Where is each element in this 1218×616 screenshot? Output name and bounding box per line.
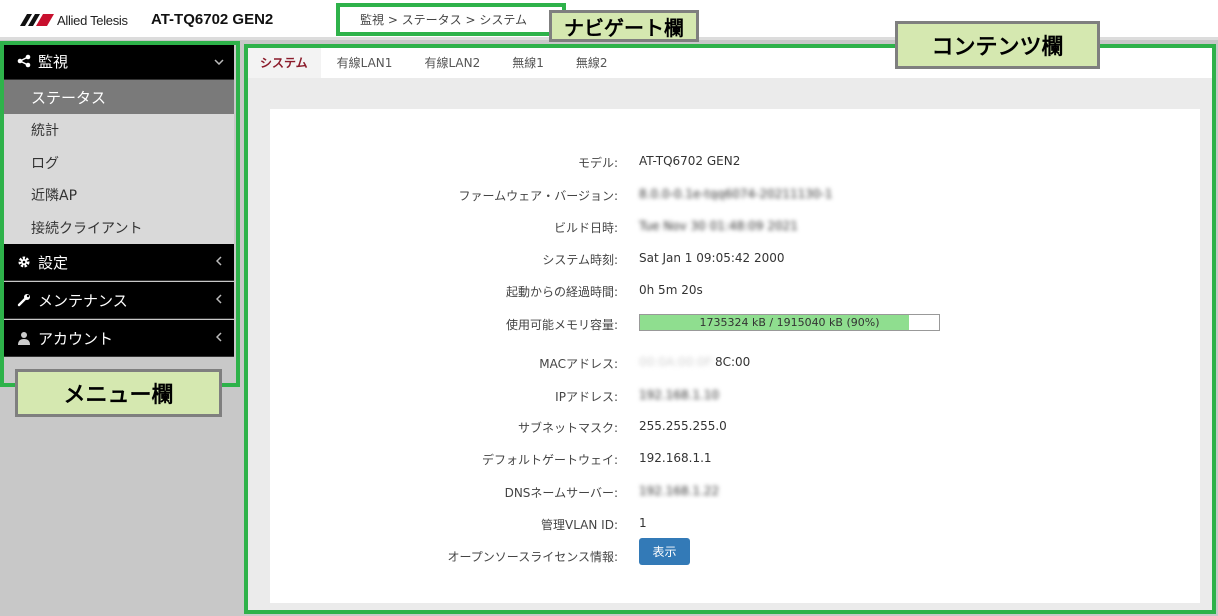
build-date-value: Tue Nov 30 01:48:09 2021 xyxy=(639,219,798,233)
sidebar-menu: 監視 ステータス 統計 ログ 近隣AP 接続クライアント 設定 メンテナンス ア… xyxy=(0,43,238,616)
menu-group-label: アカウント xyxy=(38,329,114,348)
menu-group-settings[interactable]: 設定 xyxy=(2,244,234,281)
allied-telesis-logo-icon xyxy=(20,14,54,26)
uptime-value: 0h 5m 20s xyxy=(639,283,703,297)
monitor-submenu: ステータス 統計 ログ 近隣AP 接続クライアント xyxy=(2,80,234,244)
info-row-subnet: サブネットマスク: 255.255.255.0 xyxy=(270,416,1200,436)
vlan-label: 管理VLAN ID: xyxy=(541,518,618,532)
sidebar-item-neighbor-ap[interactable]: 近隣AP xyxy=(2,179,234,212)
info-row-oss: オープンソースライセンス情報: 表示 xyxy=(270,538,1200,565)
wrench-icon xyxy=(16,292,32,308)
uptime-label: 起動からの経過時間: xyxy=(505,285,618,299)
info-row-model: モデル: AT-TQ6702 GEN2 xyxy=(270,151,1200,171)
gateway-label: デフォルトゲートウェイ: xyxy=(481,453,618,467)
allied-telesis-logo[interactable]: Allied Telesis xyxy=(20,11,128,29)
info-row-vlan: 管理VLAN ID: 1 xyxy=(270,513,1200,533)
gear-icon xyxy=(16,254,32,270)
oss-license-label: オープンソースライセンス情報: xyxy=(447,550,618,564)
menu-group-label: 設定 xyxy=(38,253,69,272)
firmware-label: ファームウェア・バージョン: xyxy=(458,189,618,203)
mac-value: 00:0A:00:0F:8C:00 xyxy=(639,355,750,369)
breadcrumb: 監視 > ステータス > システム xyxy=(360,13,528,27)
tab-wireless1[interactable]: 無線1 xyxy=(496,47,560,78)
build-date-label: ビルド日時: xyxy=(553,221,618,235)
model-value: AT-TQ6702 GEN2 xyxy=(639,154,741,168)
menu-group-monitor[interactable]: 監視 xyxy=(2,43,234,80)
mac-label: MACアドレス: xyxy=(539,357,618,371)
system-time-value: Sat Jan 1 09:05:42 2000 xyxy=(639,251,785,265)
memory-label: 使用可能メモリ容量: xyxy=(505,318,618,332)
info-row-uptime: 起動からの経過時間: 0h 5m 20s xyxy=(270,280,1200,300)
firmware-value: 8.0.0-0.1e-tqq6074-20211130-1 xyxy=(639,187,833,201)
chevron-down-icon xyxy=(204,54,234,68)
system-time-label: システム時刻: xyxy=(542,253,618,267)
chevron-left-icon xyxy=(204,331,234,345)
info-row-firmware: ファームウェア・バージョン: 8.0.0-0.1e-tqq6074-202111… xyxy=(270,184,1200,204)
tab-wired-lan2[interactable]: 有線LAN2 xyxy=(408,47,496,78)
content-area-callout: コンテンツ欄 xyxy=(895,21,1100,69)
menu-group-maintenance[interactable]: メンテナンス xyxy=(2,282,234,319)
info-row-memory: 使用可能メモリ容量: 1735324 kB / 1915040 kB (90%) xyxy=(270,313,1200,333)
mac-value-masked: 00:0A:00:0F: xyxy=(639,355,715,369)
ip-label: IPアドレス: xyxy=(555,390,618,404)
vlan-value: 1 xyxy=(639,516,647,530)
menu-group-label: メンテナンス xyxy=(38,291,128,310)
chevron-left-icon xyxy=(204,293,234,307)
subnet-label: サブネットマスク: xyxy=(517,421,618,435)
info-row-dns: DNSネームサーバー: 192.168.1.22 xyxy=(270,481,1200,501)
subnet-value: 255.255.255.0 xyxy=(639,419,727,433)
mac-value-visible: 8C:00 xyxy=(714,355,751,369)
ip-value: 192.168.1.10 xyxy=(639,388,720,402)
sidebar-item-status[interactable]: ステータス xyxy=(2,80,234,114)
tab-system[interactable]: システム xyxy=(247,47,321,78)
dns-value: 192.168.1.22 xyxy=(639,484,720,498)
model-label: モデル: xyxy=(577,156,618,170)
logo-text: Allied Telesis xyxy=(57,12,128,28)
info-row-build-date: ビルド日時: Tue Nov 30 01:48:09 2021 xyxy=(270,216,1200,236)
tab-wireless2[interactable]: 無線2 xyxy=(560,47,624,78)
dns-label: DNSネームサーバー: xyxy=(504,486,618,500)
info-row-gateway: デフォルトゲートウェイ: 192.168.1.1 xyxy=(270,448,1200,468)
user-icon xyxy=(16,330,32,346)
info-row-mac: MACアドレス: 00:0A:00:0F:8C:00 xyxy=(270,352,1200,372)
sidebar-item-clients[interactable]: 接続クライアント xyxy=(2,212,234,245)
menu-group-account[interactable]: アカウント xyxy=(2,320,234,357)
sidebar-item-statistics[interactable]: 統計 xyxy=(2,114,234,147)
content-area: システム 有線LAN1 有線LAN2 無線1 無線2 モデル: AT-TQ670… xyxy=(247,47,1213,610)
show-license-button[interactable]: 表示 xyxy=(639,538,690,565)
memory-progress-text: 1735324 kB / 1915040 kB (90%) xyxy=(699,316,880,329)
sidebar-item-log[interactable]: ログ xyxy=(2,147,234,180)
share-icon xyxy=(16,53,32,69)
menu-group-label: 監視 xyxy=(38,52,69,71)
gateway-value: 192.168.1.1 xyxy=(639,451,712,465)
chevron-left-icon xyxy=(204,255,234,269)
menu-area-callout: メニュー欄 xyxy=(15,369,222,417)
info-row-system-time: システム時刻: Sat Jan 1 09:05:42 2000 xyxy=(270,248,1200,268)
info-row-ip: IPアドレス: 192.168.1.10 xyxy=(270,385,1200,405)
tab-wired-lan1[interactable]: 有線LAN1 xyxy=(321,47,409,78)
memory-progress-bar: 1735324 kB / 1915040 kB (90%) xyxy=(639,314,940,331)
system-info-panel: モデル: AT-TQ6702 GEN2 ファームウェア・バージョン: 8.0.0… xyxy=(270,109,1200,603)
device-model-title: AT-TQ6702 GEN2 xyxy=(151,11,274,28)
nav-area-callout: ナビゲート欄 xyxy=(549,10,699,42)
